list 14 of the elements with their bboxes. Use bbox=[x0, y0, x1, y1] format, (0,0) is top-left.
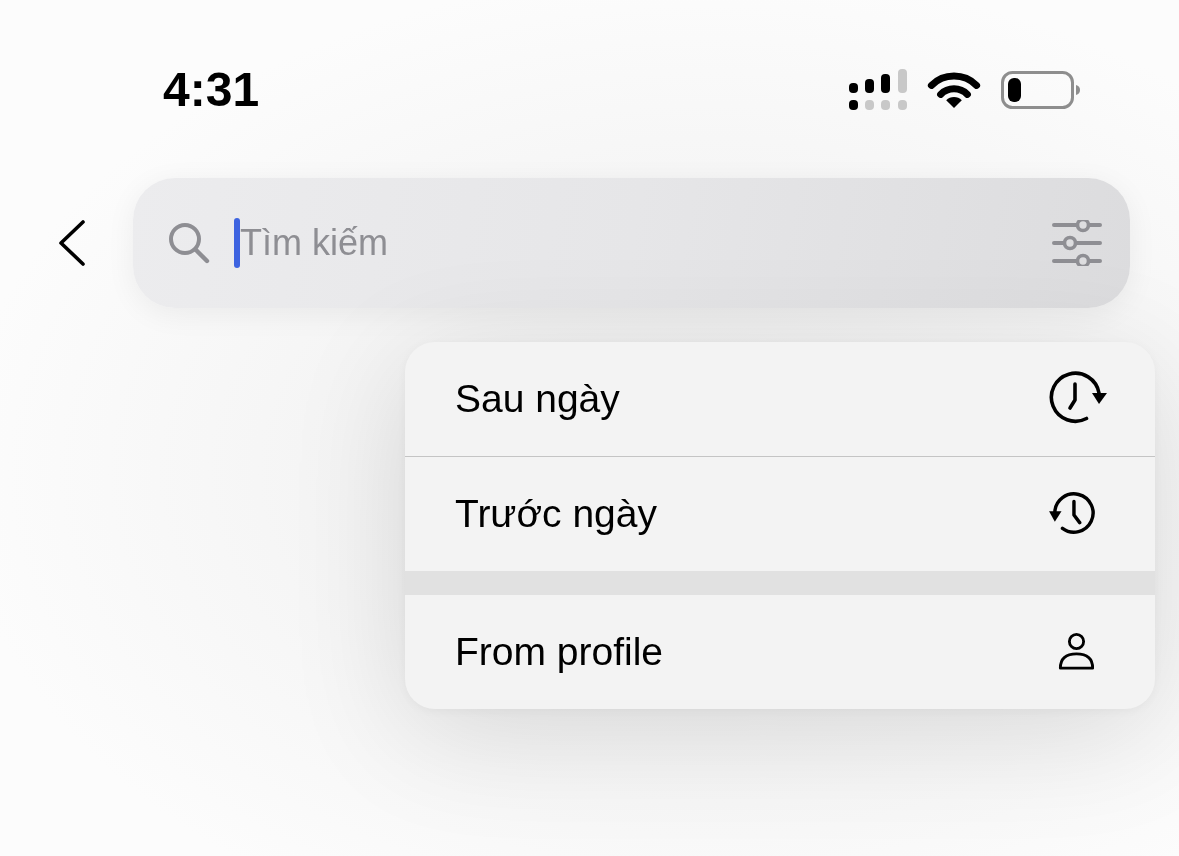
clock-arrow-icon bbox=[1049, 492, 1097, 536]
sliders-icon[interactable] bbox=[1052, 220, 1102, 266]
wifi-icon bbox=[927, 71, 981, 109]
search-input[interactable]: Tìm kiếm bbox=[240, 222, 1052, 264]
search-field[interactable]: Tìm kiếm bbox=[133, 178, 1130, 308]
menu-item[interactable]: Sau ngày bbox=[405, 342, 1155, 456]
person-icon bbox=[1058, 633, 1095, 671]
chevron-left-icon[interactable] bbox=[58, 220, 86, 266]
menu-item[interactable]: Trước ngày bbox=[405, 457, 1155, 571]
status-time: 4:31 bbox=[163, 62, 260, 118]
menu-item[interactable]: From profile bbox=[405, 595, 1155, 709]
battery-icon bbox=[1001, 71, 1081, 109]
search-icon bbox=[168, 222, 210, 264]
signal-icon bbox=[849, 69, 907, 111]
